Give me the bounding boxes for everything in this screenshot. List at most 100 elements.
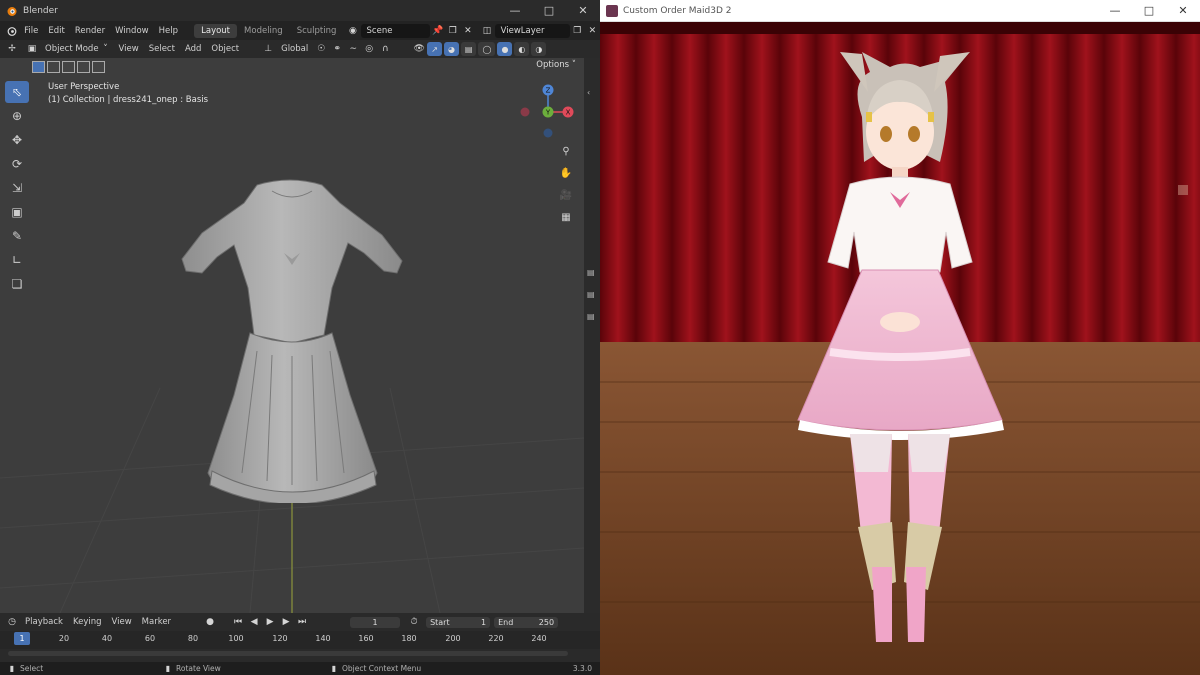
- menu-marker[interactable]: Marker: [137, 617, 176, 627]
- play-icon[interactable]: ▶: [264, 616, 276, 628]
- transform-orientation-dropdown[interactable]: Global: [276, 44, 313, 54]
- cursor-icon[interactable]: ⊕: [5, 105, 29, 127]
- side-handle-icon: [1178, 185, 1188, 195]
- editor-type-icon[interactable]: ✢: [6, 43, 18, 55]
- transform-icon[interactable]: ▣: [5, 201, 29, 223]
- menu-file[interactable]: File: [19, 26, 43, 36]
- gizmo-neg-x-icon: [520, 107, 530, 117]
- side-panel-icon-3[interactable]: ▤: [587, 312, 597, 322]
- gizmo-y-label: Y: [545, 109, 551, 117]
- timeline-scrollbar[interactable]: [8, 651, 568, 656]
- perspective-grid-icon[interactable]: ▦: [557, 208, 575, 226]
- stopwatch-icon[interactable]: ⏱: [408, 616, 420, 628]
- zoom-icon[interactable]: ⚲: [557, 142, 575, 160]
- measure-icon[interactable]: ∟: [5, 249, 29, 271]
- mouse-right-icon: ▮: [331, 664, 337, 673]
- new-scene-icon[interactable]: ❐: [447, 25, 458, 37]
- end-value: 250: [538, 617, 555, 627]
- dress-mesh[interactable]: [172, 173, 412, 503]
- camera-icon[interactable]: 🎥: [557, 186, 575, 204]
- start-frame-field[interactable]: Start 1: [426, 616, 491, 628]
- select-mode-invert-icon[interactable]: [77, 61, 90, 73]
- maximize-icon[interactable]: □: [1132, 0, 1166, 21]
- select-mode-new-icon[interactable]: [32, 61, 45, 73]
- menu-help[interactable]: Help: [154, 26, 183, 36]
- record-icon[interactable]: ●: [204, 616, 216, 628]
- tab-modeling[interactable]: Modeling: [237, 24, 290, 38]
- collapse-arrow-icon[interactable]: ‹: [587, 88, 597, 98]
- menu-edit[interactable]: Edit: [43, 26, 69, 36]
- menu-select[interactable]: Select: [144, 44, 180, 54]
- viewlayer-icon[interactable]: ◫: [482, 25, 493, 37]
- menu-keying[interactable]: Keying: [68, 617, 107, 627]
- pan-hand-icon[interactable]: ✋: [557, 164, 575, 182]
- options-dropdown[interactable]: Options ˅: [536, 60, 576, 70]
- jump-start-icon[interactable]: ⏮: [232, 616, 244, 628]
- pivot-icon[interactable]: ☉: [315, 43, 327, 55]
- tab-sculpting[interactable]: Sculpting: [290, 24, 344, 38]
- overlay-toggle-icon[interactable]: ◕: [443, 42, 459, 56]
- select-mode-intersect-icon[interactable]: [92, 61, 105, 73]
- menu-view[interactable]: View: [114, 44, 144, 54]
- blender-menu-icon[interactable]: [6, 25, 17, 37]
- xray-toggle-icon[interactable]: ▤: [460, 42, 477, 56]
- delete-viewlayer-icon[interactable]: ✕: [587, 25, 598, 37]
- new-viewlayer-icon[interactable]: ❐: [572, 25, 583, 37]
- game-stage-view[interactable]: [600, 22, 1200, 675]
- move-icon[interactable]: ✥: [5, 129, 29, 151]
- proportional-edit-icon[interactable]: ◎: [363, 43, 375, 55]
- jump-end-icon[interactable]: ⏭: [296, 616, 308, 628]
- menu-render[interactable]: Render: [70, 26, 110, 36]
- ruler-tick: 80: [187, 634, 199, 643]
- side-panel-icon-2[interactable]: ▤: [587, 290, 597, 300]
- start-value: 1: [480, 617, 487, 627]
- tab-layout[interactable]: Layout: [194, 23, 238, 38]
- current-frame-field[interactable]: 1: [350, 616, 401, 628]
- menu-playback[interactable]: Playback: [20, 617, 68, 627]
- scene-selector-icon[interactable]: ◉: [347, 25, 358, 37]
- select-mode-subtract-icon[interactable]: [62, 61, 75, 73]
- select-mode-extend-icon[interactable]: [47, 61, 60, 73]
- menu-window[interactable]: Window: [110, 26, 154, 36]
- timeline-editor-type-icon[interactable]: ◷: [6, 616, 18, 628]
- snap-icon[interactable]: ⚭: [331, 43, 343, 55]
- navigation-gizmo[interactable]: Z X Y: [515, 78, 575, 138]
- snap-options-icon[interactable]: ∼: [347, 43, 359, 55]
- visibility-icon[interactable]: 👁: [413, 43, 425, 55]
- blender-menubar: File Edit Render Window Help Layout Mode…: [0, 21, 600, 40]
- status-context: Object Context Menu: [342, 664, 422, 673]
- scale-icon[interactable]: ⇲: [5, 177, 29, 199]
- next-keyframe-icon[interactable]: ▶: [280, 616, 292, 628]
- falloff-icon[interactable]: ∩: [379, 43, 391, 55]
- shading-wireframe-icon[interactable]: ◯: [478, 42, 496, 56]
- delete-scene-icon[interactable]: ✕: [462, 25, 473, 37]
- orientation-icon: ⊥: [264, 44, 273, 54]
- minimize-icon[interactable]: —: [498, 0, 532, 21]
- end-frame-field[interactable]: End 250: [494, 616, 559, 628]
- current-frame-indicator[interactable]: 1: [14, 632, 30, 645]
- close-icon[interactable]: ✕: [566, 0, 600, 21]
- object-mode-dropdown[interactable]: Object Mode: [40, 44, 104, 54]
- annotate-icon[interactable]: ✎: [5, 225, 29, 247]
- prev-keyframe-icon[interactable]: ◀: [248, 616, 260, 628]
- ruler-tick: 240: [531, 634, 547, 643]
- select-box-icon[interactable]: ⬁: [5, 81, 29, 103]
- rotate-icon[interactable]: ⟳: [5, 153, 29, 175]
- close-icon[interactable]: ✕: [1166, 0, 1200, 21]
- shading-solid-icon[interactable]: ●: [497, 42, 513, 56]
- scene-field[interactable]: Scene: [360, 23, 431, 38]
- pin-icon[interactable]: 📌: [432, 25, 443, 37]
- 3d-viewport[interactable]: Options ˅ User Perspective (1) Collectio…: [0, 58, 584, 613]
- shading-material-icon[interactable]: ◐: [514, 42, 530, 56]
- shading-rendered-icon[interactable]: ◑: [531, 42, 547, 56]
- side-panel-icon[interactable]: ▤: [587, 268, 597, 278]
- gizmo-toggle-icon[interactable]: ↗: [427, 42, 442, 56]
- menu-timeline-view[interactable]: View: [107, 617, 137, 627]
- menu-object[interactable]: Object: [206, 44, 244, 54]
- add-cube-icon[interactable]: ❏: [5, 273, 29, 295]
- menu-add[interactable]: Add: [180, 44, 206, 54]
- frame-ruler[interactable]: 1 20 40 60 80 100 120 140 160 180 200 22…: [0, 631, 600, 649]
- minimize-icon[interactable]: —: [1098, 0, 1132, 21]
- maximize-icon[interactable]: □: [532, 0, 566, 21]
- viewlayer-field[interactable]: ViewLayer: [494, 23, 570, 38]
